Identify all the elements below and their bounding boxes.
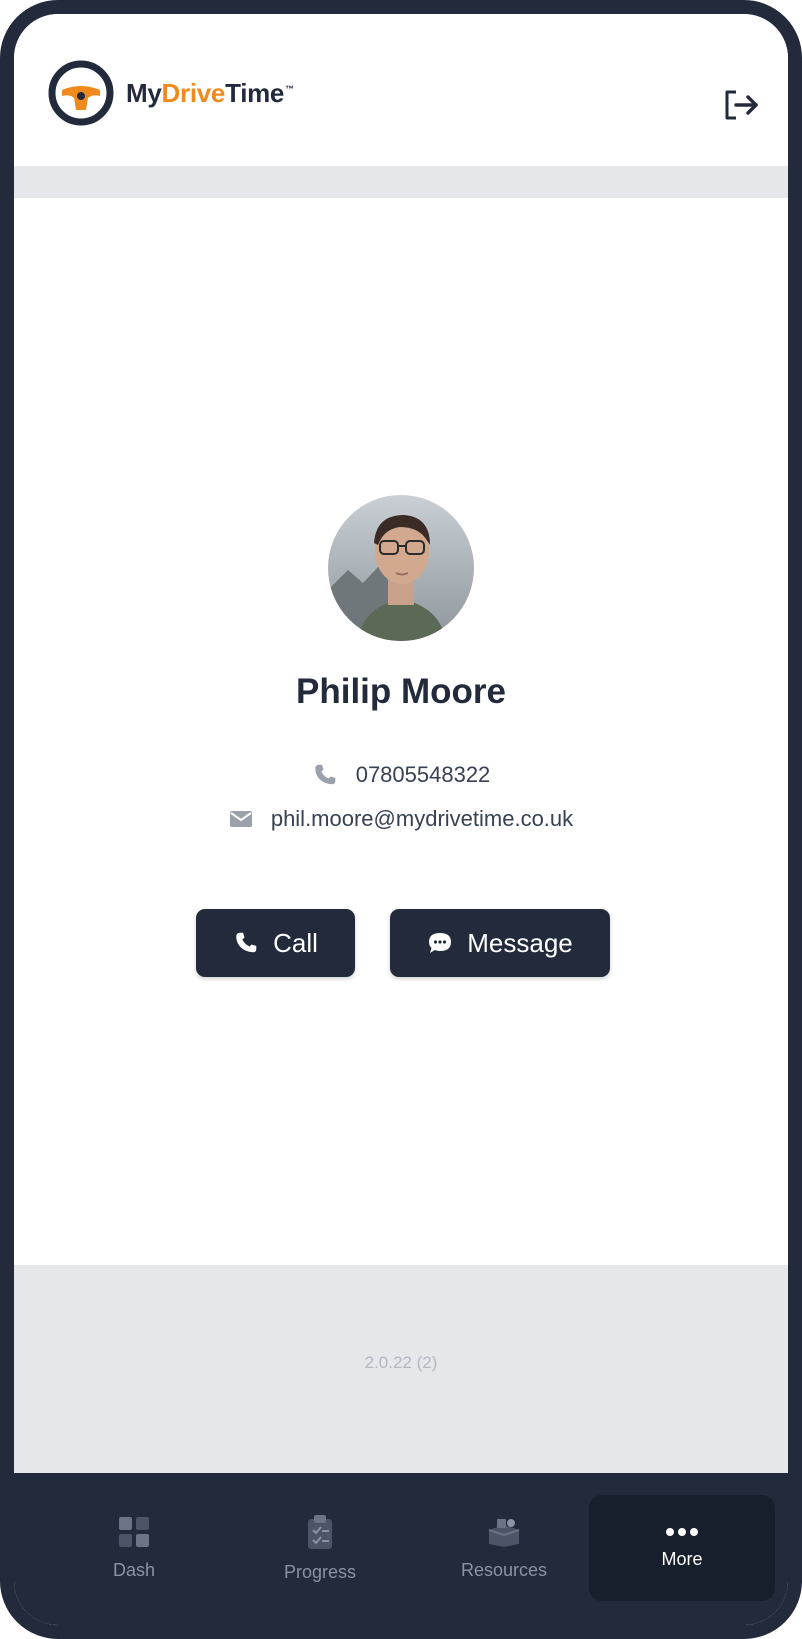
tab-resources[interactable]: Resources [416, 1495, 592, 1601]
app-logo: MyDriveTime™ [48, 60, 294, 126]
profile-content: Philip Moore 07805548322 phil.moore@mydr… [14, 198, 788, 1281]
steering-wheel-logo-icon [48, 60, 114, 126]
logo-wordmark: MyDriveTime™ [126, 77, 294, 108]
phone-icon [236, 932, 257, 953]
call-button[interactable]: Call [196, 909, 355, 977]
resources-icon [488, 1518, 520, 1547]
phone-number: 07805548322 [355, 762, 491, 787]
logout-icon [725, 90, 758, 120]
tab-progress[interactable]: Progress [232, 1495, 408, 1601]
tab-dash-label: Dash [112, 1559, 156, 1580]
phone-row: 07805548322 [14, 762, 788, 788]
bottom-tab-bar: Dash Progress Resources More [14, 1473, 788, 1625]
email-row: phil.moore@mydrivetime.co.uk [14, 806, 788, 832]
mail-icon [229, 811, 252, 827]
tab-resources-label: Resources [460, 1559, 548, 1580]
tab-progress-label: Progress [283, 1561, 357, 1582]
app-header: MyDriveTime™ [14, 14, 788, 166]
message-button[interactable]: Message [390, 909, 610, 977]
chat-bubble-icon [429, 933, 452, 953]
avatar [328, 495, 474, 641]
device-frame: MyDriveTime™ Philip Moore 07805548322 ph… [0, 0, 802, 1639]
more-dots-icon [666, 1527, 698, 1536]
version-area: 2.0.22 (2) [14, 1265, 788, 1473]
clipboard-icon [308, 1514, 332, 1549]
version-label: 2.0.22 (2) [364, 1353, 438, 1372]
profile-photo [328, 495, 474, 641]
header-divider-strip [14, 166, 788, 198]
grid-icon [119, 1516, 149, 1547]
call-button-label: Call [273, 927, 318, 958]
message-button-label: Message [467, 927, 573, 958]
tab-dash[interactable]: Dash [46, 1495, 222, 1601]
logout-button[interactable] [720, 84, 762, 126]
tab-more-label: More [661, 1548, 703, 1569]
tab-more[interactable]: More [589, 1495, 775, 1601]
profile-name: Philip Moore [296, 672, 506, 711]
phone-icon [314, 764, 335, 785]
email-address: phil.moore@mydrivetime.co.uk [270, 806, 574, 831]
